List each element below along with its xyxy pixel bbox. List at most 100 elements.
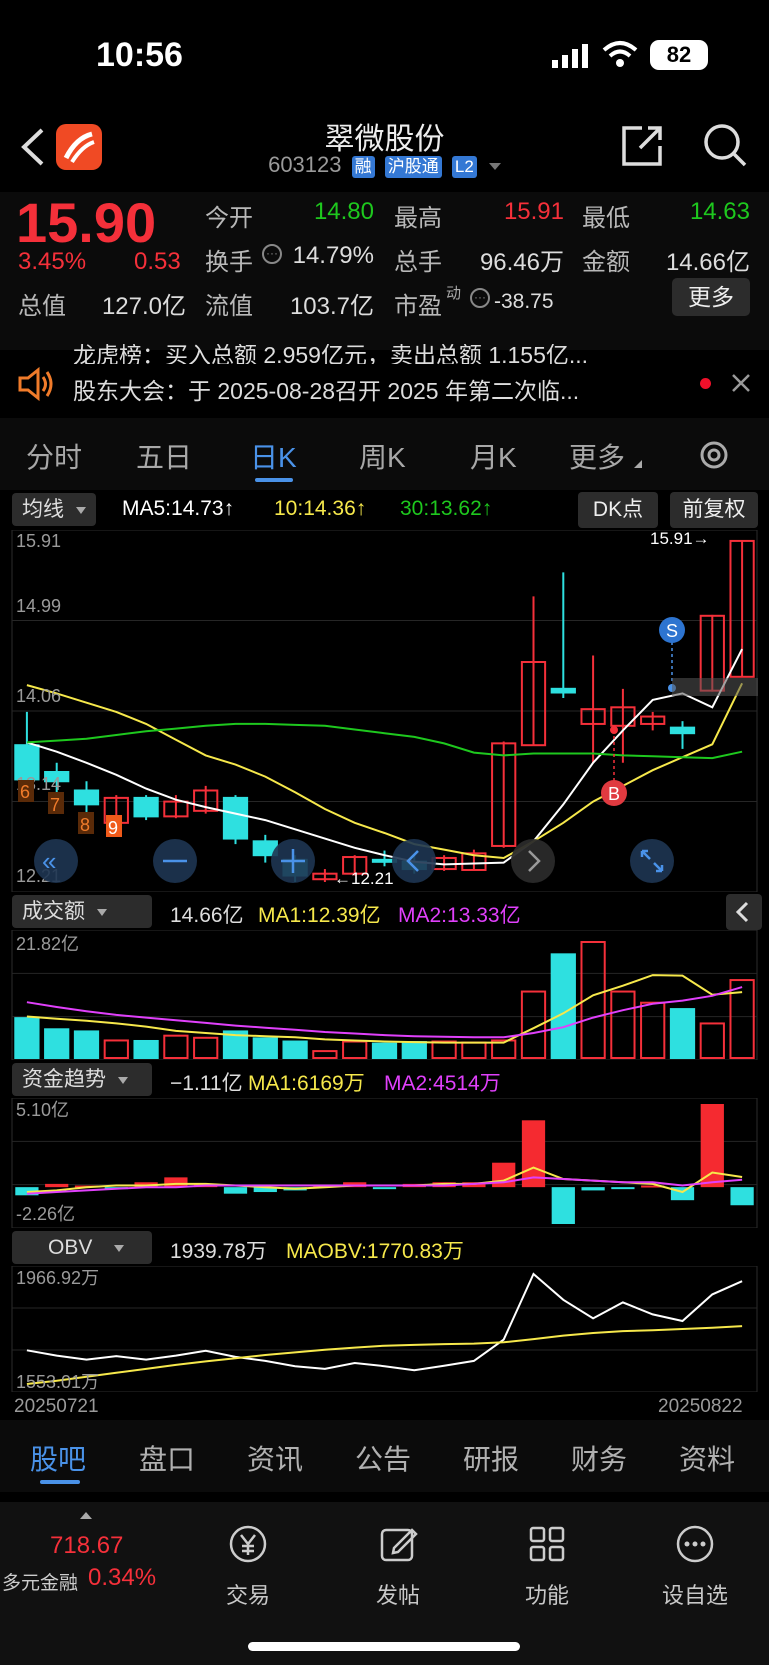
fund-ma1: MA1:6169万 — [248, 1072, 365, 1095]
pe-value: -38.75 — [494, 290, 554, 313]
home-indicator — [248, 1642, 520, 1651]
volume-ma1: MA1:12.39亿 — [258, 904, 381, 927]
float-label: 流值 — [205, 293, 253, 320]
chevron-down-icon — [488, 162, 501, 170]
tab-finance[interactable]: 财务 — [571, 1438, 627, 1478]
battery-icon: 82 — [650, 40, 708, 70]
sector-index-widget[interactable]: 718.67 多元金融 0.34% — [0, 1502, 172, 1612]
dock-watchlist-label: 设自选 — [661, 1583, 728, 1608]
fullscreen-button — [630, 839, 674, 883]
tab-announcements[interactable]: 公告 — [355, 1438, 411, 1478]
tab-news[interactable]: 资讯 — [247, 1438, 303, 1478]
info-icon[interactable]: ··· — [262, 244, 282, 264]
low-value: 14.63 — [689, 198, 750, 225]
fund-selector-dropdown[interactable]: 资金趋势 — [12, 1063, 152, 1096]
kline-grid — [11, 530, 758, 892]
volume-bar — [401, 1041, 427, 1060]
chevron-down-icon — [76, 506, 86, 514]
news-line-2[interactable]: 股东大会：于 2025-08-28召开 2025 年第二次临... — [73, 372, 673, 406]
maobv-value: MAOBV:1770.83万 — [286, 1240, 464, 1263]
quote-panel: 15.90 3.45% 0.53 今开 14.80 最高 15.91 最低 14… — [0, 191, 769, 350]
kline-chart[interactable]: 15.91 14.99 14.06 13.14 12.21 15.91→ ←12… — [0, 530, 769, 892]
volume-bar — [133, 1039, 159, 1059]
count-7: 7 — [50, 795, 60, 815]
active-tab-indicator — [255, 478, 293, 482]
volume-indicator-bar: 成交额 14.66亿 MA1:12.39亿 MA2:13.33亿 — [0, 892, 769, 932]
sector-name: 多元金融 — [2, 1573, 79, 1594]
dock-watchlist-button[interactable]: 设自选 — [635, 1522, 755, 1610]
fund-chart[interactable]: 5.10亿 -2.26亿 — [0, 1098, 769, 1228]
fund-selector-label: 资金趋势 — [22, 1068, 106, 1091]
ma30-value: 30:13.62↑ — [400, 497, 493, 520]
fund-bar — [223, 1187, 248, 1194]
fund-bar — [551, 1187, 575, 1224]
tab-research[interactable]: 研报 — [463, 1438, 519, 1478]
dk-point-button[interactable]: DK点 — [578, 492, 658, 528]
tab-forum[interactable]: 股吧 — [30, 1438, 86, 1478]
volume-bar — [44, 1028, 70, 1059]
fund-bar — [372, 1187, 397, 1190]
news-line-1[interactable]: 龙虎榜：买入总额 2.959亿元，卖出总额 1.155亿... — [73, 344, 673, 364]
prev-button — [392, 839, 436, 883]
obv-selector-dropdown[interactable]: OBV — [12, 1231, 152, 1264]
fund-axis-top: 5.10亿 — [16, 1100, 69, 1120]
settings-gear-icon[interactable] — [697, 438, 731, 472]
next-button — [511, 839, 555, 883]
pe-sup: 动 — [446, 285, 462, 302]
buy-signal-label: B — [608, 784, 620, 804]
volume-bar — [431, 1040, 457, 1059]
volume-bar — [14, 1017, 40, 1059]
volume-bar — [252, 1037, 278, 1059]
tab-intraday[interactable]: 分时 — [26, 436, 82, 476]
chevron-left-icon — [735, 901, 749, 923]
more-button[interactable]: 更多 — [672, 278, 750, 316]
volume-bar — [312, 1050, 338, 1060]
search-icon — [704, 124, 747, 167]
news-ticker[interactable]: 龙虎榜：买入总额 2.959亿元，卖出总额 1.155亿... 股东大会：于 2… — [0, 344, 769, 418]
collapse-panel-button[interactable] — [726, 894, 762, 930]
tab-profile[interactable]: 资料 — [679, 1438, 735, 1478]
candle-down — [550, 687, 576, 694]
volume-bar — [550, 953, 576, 1059]
volume-chart[interactable]: 21.82亿 — [0, 930, 769, 1060]
tab-daily-k[interactable]: 日K — [250, 436, 297, 476]
tab-more[interactable]: 更多 — [569, 436, 625, 476]
ma-selector-dropdown[interactable]: 均线 — [12, 493, 96, 526]
tab-weekly-k[interactable]: 周K — [359, 436, 406, 476]
bottom-dock: 718.67 多元金融 0.34% 交易 发帖 功能 设自选 — [0, 1502, 769, 1665]
date-end: 20250822 — [658, 1396, 743, 1417]
signal-icon — [552, 44, 590, 68]
tab-monthly-k[interactable]: 月K — [470, 436, 517, 476]
volume-value: 14.66亿 — [170, 904, 244, 927]
min-price-label: ←12.21 — [334, 869, 394, 888]
search-button[interactable] — [702, 122, 748, 168]
dk-point-label: DK点 — [592, 498, 644, 521]
sell-signal-marker[interactable]: S — [659, 617, 758, 696]
level2-tag: L2 — [451, 156, 477, 178]
more-dots-icon — [676, 1525, 714, 1563]
volume-bar — [640, 1001, 666, 1059]
chevron-down-icon — [97, 908, 107, 916]
connect-tag: 沪股通 — [384, 156, 442, 178]
adjust-button[interactable]: 前复权 — [670, 492, 758, 528]
kline-indicator-bar: 均线 MA5:14.73↑ 10:14.36↑ 30:13.62↑ DK点 前复… — [0, 490, 769, 530]
wifi-icon — [602, 40, 638, 68]
info-icon[interactable]: ··· — [470, 288, 490, 308]
dock-functions-button[interactable]: 功能 — [487, 1522, 607, 1610]
share-button[interactable] — [620, 122, 666, 168]
close-icon[interactable] — [730, 372, 752, 394]
chevron-down-icon — [118, 1076, 128, 1084]
tab-five-day[interactable]: 五日 — [136, 436, 192, 476]
change-amount: 0.53 — [134, 248, 181, 275]
tab-order-book[interactable]: 盘口 — [139, 1438, 195, 1478]
maobv-line — [26, 1325, 743, 1385]
status-bar: 10:56 82 — [0, 0, 769, 110]
grid-apps-icon — [529, 1526, 565, 1562]
dock-post-button[interactable]: 发帖 — [338, 1522, 458, 1610]
dock-trade-button[interactable]: 交易 — [188, 1522, 308, 1610]
pe-label: 市盈 — [394, 293, 442, 320]
y-axis-label-3: 14.06 — [16, 686, 61, 706]
obv-chart[interactable]: 1966.92万 1553.01万 — [0, 1266, 769, 1392]
amount-value: 14.66亿 — [665, 249, 750, 276]
volume-selector-dropdown[interactable]: 成交额 — [12, 895, 152, 928]
